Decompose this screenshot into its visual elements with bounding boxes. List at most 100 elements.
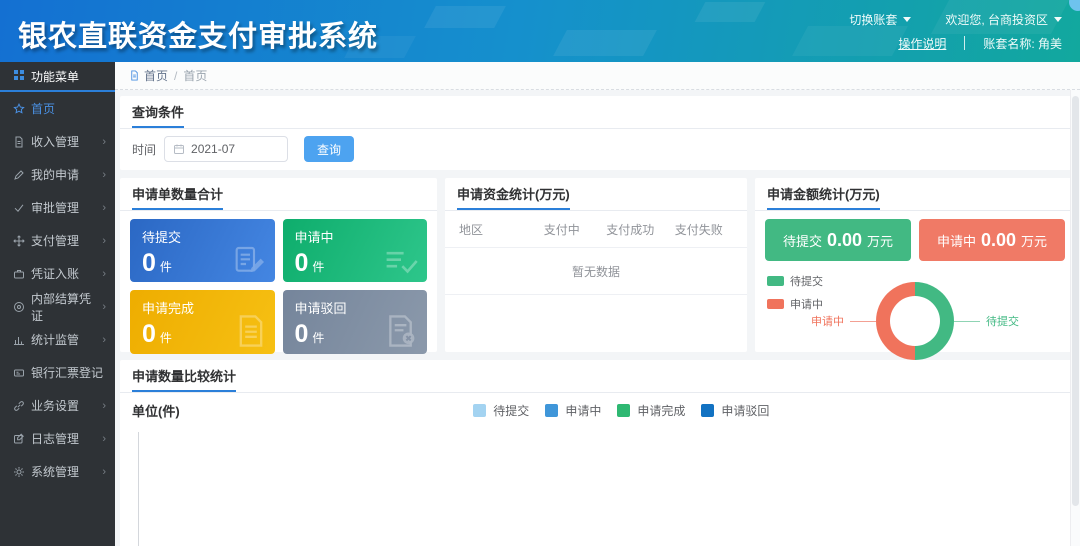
badge-pending-amount: 待提交0.00万元 xyxy=(765,219,911,261)
list-check-icon xyxy=(384,247,418,275)
header-decoration xyxy=(695,2,766,22)
legend-swatch-green xyxy=(617,404,630,417)
chevron-right-icon: › xyxy=(102,136,106,148)
briefcase-icon xyxy=(13,268,25,280)
sidebar-item-home[interactable]: 首页 xyxy=(0,92,115,125)
legend-swatch-blue xyxy=(545,404,558,417)
search-button[interactable]: 查询 xyxy=(304,136,354,162)
chevron-right-icon: › xyxy=(102,202,106,214)
donut-chart-area: 待提交 申请中 申请中 待提交 xyxy=(755,265,1075,377)
check-icon xyxy=(13,202,25,214)
app-header: 银农直联资金支付审批系统 切换账套 欢迎您, 台商投资区 操作说明 账套名称: … xyxy=(0,0,1080,62)
grid-menu-icon xyxy=(13,69,25,84)
app-title: 银农直联资金支付审批系统 xyxy=(18,13,378,55)
link-icon xyxy=(13,400,25,412)
sidebar-item-log-mgmt[interactable]: 日志管理 › xyxy=(0,422,115,455)
breadcrumb-home-link[interactable]: 首页 xyxy=(129,67,168,84)
breadcrumb-separator: / xyxy=(174,69,177,83)
sidebar-header: 功能菜单 xyxy=(0,62,115,92)
card-rejected: 申请驳回 0件 xyxy=(283,290,428,353)
document-icon xyxy=(129,70,140,81)
vertical-scrollbar[interactable] xyxy=(1070,90,1080,546)
account-name-label: 账套名称: 角美 xyxy=(983,35,1062,52)
summary-panel-title: 申请单数量合计 xyxy=(132,184,223,210)
operation-guide-link[interactable]: 操作说明 xyxy=(898,35,946,52)
card-completed: 申请完成 0件 xyxy=(130,290,275,353)
card-pending-submit: 待提交 0件 xyxy=(130,219,275,282)
comparison-panel-title: 申请数量比较统计 xyxy=(132,366,236,392)
breadcrumb-current: 首页 xyxy=(183,67,207,84)
legend-swatch-red xyxy=(767,299,784,309)
divider xyxy=(964,36,965,50)
sidebar-item-system-mgmt[interactable]: 系统管理 › xyxy=(0,455,115,488)
doc-icon xyxy=(236,315,266,347)
col-success: 支付成功 xyxy=(596,221,665,238)
circle-dot-icon xyxy=(13,301,25,313)
col-failed: 支付失败 xyxy=(665,221,734,238)
pencil-icon xyxy=(13,169,25,181)
doc-edit-icon xyxy=(234,245,266,275)
col-region: 地区 xyxy=(459,221,528,238)
donut-chart xyxy=(876,282,954,360)
chevron-right-icon: › xyxy=(102,466,106,478)
chevron-down-icon xyxy=(903,17,911,22)
sidebar-item-internal-settlement[interactable]: 内部结算凭证 › xyxy=(0,290,115,323)
bar-chart-legend: 待提交 申请中 申请完成 申请驳回 xyxy=(473,402,769,419)
y-axis-unit-label: 单位(件) xyxy=(132,401,180,420)
sidebar-item-voucher-entry[interactable]: 凭证入账 › xyxy=(0,257,115,290)
month-input[interactable] xyxy=(191,142,271,156)
chevron-down-icon xyxy=(1054,17,1062,22)
card-icon xyxy=(13,367,25,379)
legend-swatch-darkblue xyxy=(701,404,714,417)
header-decoration xyxy=(424,6,506,28)
corner-dot-decoration xyxy=(1069,0,1080,11)
chevron-right-icon: › xyxy=(102,169,106,181)
gear-icon xyxy=(13,466,25,478)
legend-swatch-green xyxy=(767,276,784,286)
sidebar-item-payment-mgmt[interactable]: 支付管理 › xyxy=(0,224,115,257)
query-panel: 查询条件 时间 查询 xyxy=(120,96,1075,170)
edit-icon xyxy=(13,433,25,445)
header-decoration xyxy=(553,30,657,56)
doc-x-icon xyxy=(386,315,418,347)
breadcrumb: 首页 / 首页 xyxy=(115,62,1080,90)
sidebar-item-my-applications[interactable]: 我的申请 › xyxy=(0,158,115,191)
bar-chart-icon xyxy=(13,334,25,346)
chevron-right-icon: › xyxy=(102,235,106,247)
calendar-icon xyxy=(173,143,185,155)
switch-account-dropdown[interactable]: 切换账套 xyxy=(849,11,911,28)
donut-label-left: 申请中 xyxy=(811,313,876,329)
sidebar-item-bank-draft-registry[interactable]: 银行汇票登记 xyxy=(0,356,115,389)
month-picker-field[interactable] xyxy=(164,136,288,162)
sidebar-item-income-mgmt[interactable]: 收入管理 › xyxy=(0,125,115,158)
sidebar-item-business-settings[interactable]: 业务设置 › xyxy=(0,389,115,422)
move-icon xyxy=(13,235,25,247)
amount-stats-panel: 申请金额统计(万元) 待提交0.00万元 申请中0.00万元 待提交 申请中 申… xyxy=(755,178,1075,352)
main-content: 查询条件 时间 查询 申请单数量合计 待提交 0件 申请中 0件 xyxy=(115,90,1080,546)
funds-panel-title: 申请资金统计(万元) xyxy=(457,184,570,210)
donut-label-right: 待提交 xyxy=(954,313,1019,329)
col-paying: 支付中 xyxy=(528,221,597,238)
chevron-right-icon: › xyxy=(102,334,106,346)
sidebar-item-statistics-supervision[interactable]: 统计监管 › xyxy=(0,323,115,356)
chevron-right-icon: › xyxy=(102,433,106,445)
sidebar: 功能菜单 首页 收入管理 › 我的申请 › 审批管理 › 支付管理 › 凭证入账… xyxy=(0,62,115,546)
vertical-scrollbar-thumb[interactable] xyxy=(1072,96,1079,506)
welcome-user-dropdown[interactable]: 欢迎您, 台商投资区 xyxy=(945,11,1062,28)
bar-chart-plot-area xyxy=(138,432,1061,546)
card-in-progress: 申请中 0件 xyxy=(283,219,428,282)
badge-inprogress-amount: 申请中0.00万元 xyxy=(919,219,1065,261)
comparison-chart-panel: 申请数量比较统计 单位(件) 待提交 申请中 申请完成 申请驳回 xyxy=(120,360,1075,546)
star-icon xyxy=(13,103,25,115)
chevron-right-icon: › xyxy=(102,301,106,313)
time-label: 时间 xyxy=(132,141,156,158)
query-panel-title: 查询条件 xyxy=(132,102,184,128)
document-icon xyxy=(13,136,25,148)
chevron-right-icon: › xyxy=(102,268,106,280)
table-header-row: 地区 支付中 支付成功 支付失败 xyxy=(445,211,747,248)
funds-stats-panel: 申请资金统计(万元) 地区 支付中 支付成功 支付失败 暂无数据 xyxy=(445,178,747,352)
summary-cards-panel: 申请单数量合计 待提交 0件 申请中 0件 申请完成 0件 xyxy=(120,178,437,352)
amount-panel-title: 申请金额统计(万元) xyxy=(767,184,880,210)
sidebar-item-approval-mgmt[interactable]: 审批管理 › xyxy=(0,191,115,224)
empty-state-text: 暂无数据 xyxy=(445,248,747,295)
